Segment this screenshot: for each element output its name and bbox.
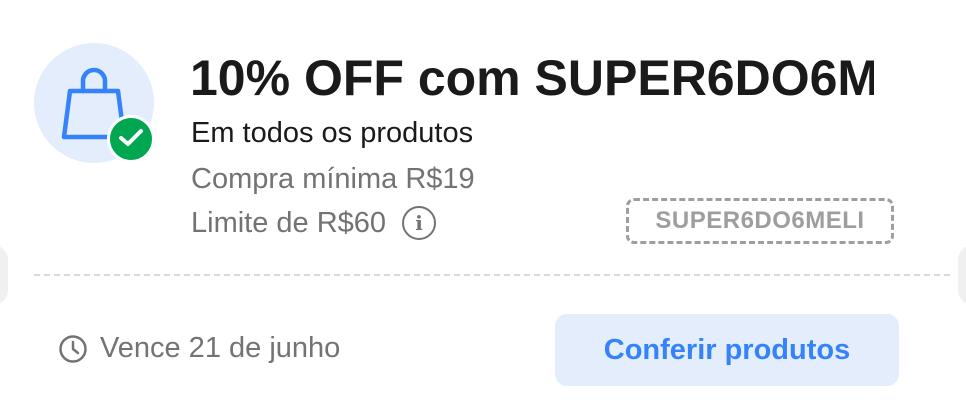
check-products-button[interactable]: Conferir produtos <box>555 314 899 386</box>
clock-icon <box>59 334 87 363</box>
coupon-icon-container <box>34 43 155 163</box>
minimum-purchase-text: Compra mínima R$19 <box>191 163 475 195</box>
card-notch-left <box>0 245 8 305</box>
check-icon <box>119 129 143 146</box>
limit-row: Limite de R$60 i <box>191 202 437 244</box>
card-notch-right <box>958 245 966 305</box>
check-badge <box>107 115 155 163</box>
expiry-row: Vence 21 de junho <box>58 332 340 365</box>
expiry-text: Vence 21 de junho <box>100 332 341 364</box>
coupon-code-box[interactable]: SUPER6DO6MELI <box>626 198 894 244</box>
limit-text: Limite de R$60 <box>191 207 387 239</box>
coupon-subtitle: Em todos os produtos <box>191 117 474 149</box>
info-icon[interactable]: i <box>402 206 437 240</box>
coupon-card: 10% OFF com SUPER6DO6MELI Em todos os pr… <box>0 0 966 416</box>
coupon-title: 10% OFF com SUPER6DO6MELI <box>190 50 874 106</box>
dashed-divider <box>34 274 950 276</box>
